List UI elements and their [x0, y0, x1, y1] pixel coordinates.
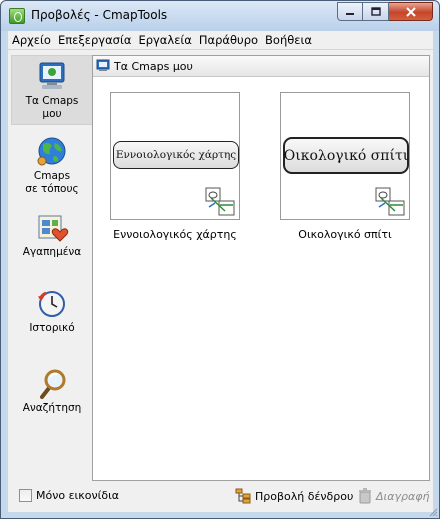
icons-only-checkbox[interactable]: [19, 489, 32, 502]
menu-help[interactable]: Βοήθεια: [265, 33, 312, 47]
cmap-thumbnail[interactable]: Εννοιολογικός χάρτης: [110, 92, 240, 220]
window-controls: [337, 2, 433, 22]
concept-node: Οικολογικό σπίτι: [283, 137, 409, 174]
menu-window[interactable]: Παράθυρο: [199, 33, 258, 47]
tree-view-button[interactable]: Προβολή δένδρου: [235, 486, 353, 506]
sidebar-item-label: Ιστορικό: [29, 322, 75, 334]
minimize-icon: [346, 12, 354, 15]
sidebar-item-favorites[interactable]: Αγαπημένα: [11, 207, 93, 277]
favorites-icon: [38, 215, 69, 242]
cmap-name[interactable]: Εννοιολογικός χάρτης: [90, 228, 260, 241]
tree-view-label: Προβολή δένδρου: [255, 489, 354, 503]
menu-edit[interactable]: Επεξεργασία: [58, 33, 131, 47]
panel-title: Τα Cmaps μου: [114, 60, 193, 73]
cmap-name[interactable]: Οικολογικό σπίτι: [260, 228, 430, 241]
close-icon: [405, 6, 416, 17]
sidebar-item-label: Τα Cmaps μου: [25, 95, 79, 120]
tree-view-icon: [235, 488, 251, 504]
history-clock-icon: [38, 291, 65, 317]
maximize-button[interactable]: [363, 2, 389, 21]
sidebar-item-cmaps-in-places[interactable]: Cmaps σε τόπους: [11, 131, 93, 201]
views-sidebar: Τα Cmaps μου Cmaps σε τόπους Αγαπημένα Ι…: [11, 55, 95, 481]
sidebar-item-history[interactable]: Ιστορικό: [11, 283, 93, 353]
cmap-file-icon: [205, 187, 235, 216]
title-bar[interactable]: Προβολές - CmapTools: [1, 1, 439, 31]
panel-header: Τα Cmaps μου: [93, 56, 429, 77]
cmaps-content-panel: Τα Cmaps μου Εννοιολογικός χάρτης Εννοιο…: [92, 55, 430, 481]
minimize-button[interactable]: [337, 2, 363, 21]
sidebar-item-label: Αγαπημένα: [22, 246, 82, 258]
my-cmaps-header-icon: [96, 59, 110, 71]
resize-grip-icon[interactable]: [428, 507, 438, 517]
delete-button[interactable]: Διαγραφή: [358, 486, 429, 506]
window-title: Προβολές - CmapTools: [31, 8, 168, 22]
panel-footer: Μόνο εικονίδια Προβολή δένδρου Διαγραφή: [8, 482, 433, 510]
menu-tools[interactable]: Εργαλεία: [138, 33, 191, 47]
client-area: Τα Cmaps μου Cmaps σε τόπους Αγαπημένα Ι…: [8, 50, 433, 512]
close-button[interactable]: [389, 2, 433, 21]
delete-label: Διαγραφή: [376, 489, 430, 503]
my-cmaps-icon: [39, 62, 65, 89]
cmap-thumbnail[interactable]: Οικολογικό σπίτι: [280, 92, 410, 220]
globe-icon: [37, 137, 66, 166]
search-magnifier-icon: [40, 369, 66, 399]
cmaptools-app-icon: [9, 8, 25, 24]
maximize-icon: [370, 6, 381, 16]
sidebar-item-label: Cmaps σε τόπους: [25, 170, 79, 195]
cmaptools-views-window: Προβολές - CmapTools Αρχείο Επεξεργασία …: [0, 0, 440, 519]
trash-icon: [359, 488, 371, 504]
icons-only-label[interactable]: Μόνο εικονίδια: [36, 489, 119, 502]
concept-node: Εννοιολογικός χάρτης: [113, 141, 239, 169]
sidebar-item-search[interactable]: Αναζήτηση: [11, 363, 93, 433]
menu-file[interactable]: Αρχείο: [12, 33, 51, 47]
menu-bar: Αρχείο Επεξεργασία Εργαλεία Παράθυρο Βοή…: [8, 31, 433, 49]
sidebar-item-my-cmaps[interactable]: Τα Cmaps μου: [11, 55, 93, 125]
cmap-file-icon: [375, 187, 405, 216]
sidebar-item-label: Αναζήτηση: [22, 402, 82, 414]
